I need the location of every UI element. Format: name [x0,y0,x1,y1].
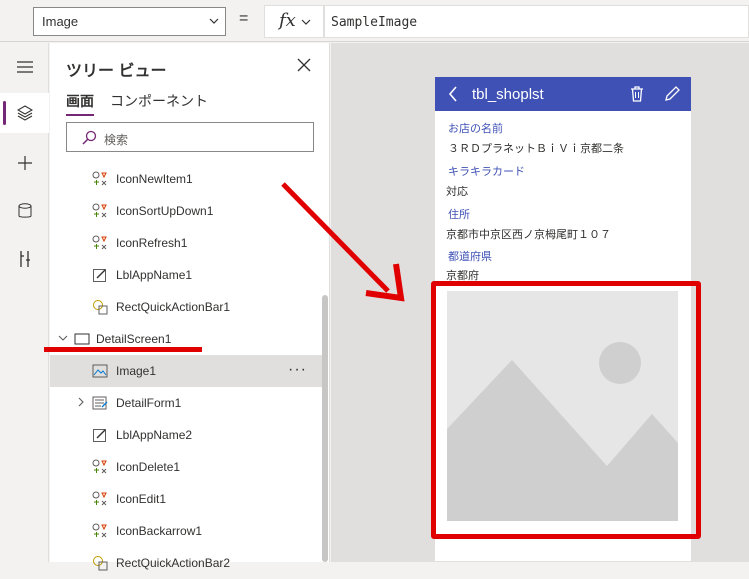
screen-icon [74,333,90,345]
icon-control-icon [92,459,107,474]
tools-icon[interactable] [0,239,49,279]
more-options-icon[interactable]: ··· [288,361,307,379]
tree-row-label: IconNewItem1 [116,172,193,186]
tree-row-label: IconDelete1 [116,460,181,474]
annotation-underline [44,347,202,352]
icon-control-icon [92,203,107,218]
image-control-icon [92,364,108,378]
field-label: キラキラカード [448,166,525,178]
tree-row-iconrefresh1[interactable]: IconRefresh1 [50,227,322,259]
chevron-down-icon [301,19,311,25]
tree-row-icondelete1[interactable]: IconDelete1 [50,451,322,483]
shapes-control-icon [93,300,108,315]
property-dropdown[interactable]: Image [33,7,226,36]
trash-icon[interactable] [630,86,644,102]
icon-control-icon [92,235,107,250]
tree-row-lblappname1[interactable]: LblAppName1 [50,259,322,291]
search-placeholder: 検索 [104,133,129,147]
tree-row-label: IconBackarrow1 [116,524,203,538]
label-control-icon [93,269,106,282]
tree-row-rectquickactionbar1[interactable]: RectQuickActionBar1 [50,291,322,323]
icon-control-icon [92,171,107,186]
tree-row-iconbackarrow1[interactable]: IconBackarrow1 [50,515,322,547]
property-dropdown-value: Image [42,14,79,29]
edit-icon[interactable] [664,86,680,102]
database-icon[interactable] [0,191,49,231]
equals-sign: = [239,10,249,27]
field-value: 対応 [446,186,468,198]
fx-button[interactable]: fx [264,5,324,38]
chevron-right-icon[interactable] [76,397,86,407]
chevron-down-icon [209,18,219,24]
tree-row-label: RectQuickActionBar1 [116,300,231,314]
tree-view-title: ツリー ビュー [66,63,167,80]
tree-row-label: IconRefresh1 [116,236,188,250]
icon-control-icon [92,523,107,538]
field-value: ３ＲＤプラネットＢｉＶｉ京都二条 [448,143,624,155]
tree-row-label: RectQuickActionBar2 [116,556,231,570]
tree-row-label: LblAppName1 [116,268,193,282]
tree-row-image1[interactable]: Image1 ··· [50,355,322,387]
screen-title: tbl_shoplst [472,86,544,103]
formula-input[interactable]: SampleImage [324,5,749,38]
tree-row-lblappname2[interactable]: LblAppName2 [50,419,322,451]
tree-row-iconedit1[interactable]: IconEdit1 [50,483,322,515]
close-icon[interactable] [297,58,311,72]
fx-label: fx [279,10,296,31]
tree-row-rectquickactionbar2[interactable]: RectQuickActionBar2 [50,547,322,579]
field-label: 都道府県 [448,251,492,263]
screen-header: tbl_shoplst [435,77,691,111]
tree-row-label: IconEdit1 [116,492,167,506]
tree-row-iconsortupdown1[interactable]: IconSortUpDown1 [50,195,322,227]
tree-row-detailform1[interactable]: DetailForm1 [50,387,322,419]
hamburger-icon[interactable] [0,47,49,87]
search-input[interactable]: 検索 [66,122,314,152]
tree-view-panel: ツリー ビュー 画面 コンポーネント 検索 IconNewItem1 IconS… [50,43,330,571]
search-icon [82,130,97,145]
tab-screens[interactable]: 画面 [66,91,94,116]
label-control-icon [93,429,106,442]
shapes-control-icon [93,556,108,571]
field-label: 住所 [448,209,470,221]
annotation-highlight-box [431,281,701,539]
left-rail [0,43,49,562]
field-value: 京都市中京区西ノ京栂尾町１０７ [446,229,611,241]
icon-control-icon [92,491,107,506]
form-control-icon [92,396,108,410]
tree-row-label: Image1 [116,364,157,378]
tree-row-iconnewitem1[interactable]: IconNewItem1 [50,163,322,195]
tree-row-label: DetailScreen1 [96,332,172,346]
tree-scrollbar[interactable] [322,295,328,562]
tab-components[interactable]: コンポーネント [110,91,208,114]
field-label: お店の名前 [448,123,503,135]
chevron-down-icon[interactable] [58,333,68,343]
back-arrow-icon[interactable] [447,86,459,102]
formula-bar: Image = fx SampleImage [0,0,749,42]
tree-row-label: IconSortUpDown1 [116,204,214,218]
layers-icon[interactable] [0,93,49,133]
tree-row-label: DetailForm1 [116,396,182,410]
tree-row-label: LblAppName2 [116,428,193,442]
add-icon[interactable] [0,143,49,183]
